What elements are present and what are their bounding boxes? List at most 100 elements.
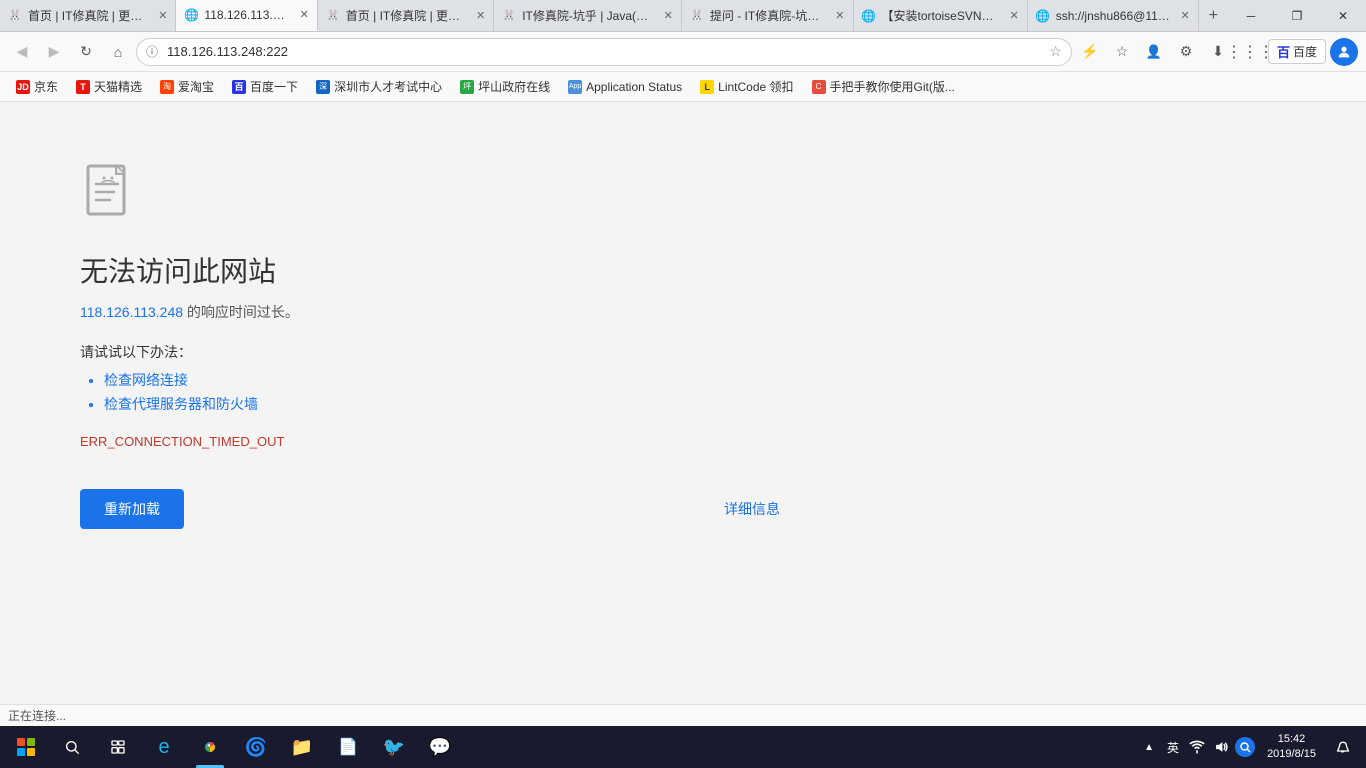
bookmark-aitaobao-label: 爱淘宝 <box>178 78 214 95</box>
tab-5-label: 提问 - IT修真院-坑乎... <box>710 7 825 24</box>
wechat-icon: 💬 <box>429 737 451 758</box>
tab-1-label: 首页 | IT修真院 | 更快... <box>28 7 148 24</box>
bookmark-git-guide[interactable]: C 手把手教你使用Git(版... <box>804 75 963 98</box>
bookmarks-bar: JD 京东 T 天猫精选 淘 爱淘宝 百 百度一下 深 深圳市人才考试中心 坪 … <box>0 72 1366 102</box>
bookmark-pingshan[interactable]: 坪 坪山政府在线 <box>452 75 558 98</box>
bookmark-lintcode[interactable]: L LintCode 领扣 <box>692 75 801 98</box>
start-button[interactable] <box>4 726 48 768</box>
taskbar-file-explorer[interactable]: 📁 <box>280 726 324 768</box>
bookmark-baidu-label: 百度一下 <box>250 78 298 95</box>
tab-2-favicon: 🌐 <box>184 8 198 22</box>
baidu-label: 百度 <box>1293 43 1317 60</box>
error-ip-link[interactable]: 118.126.113.248 <box>80 304 183 320</box>
address-bar-wrapper: ⓘ ☆ <box>136 38 1072 66</box>
tray-expand-icon[interactable]: ▲ <box>1139 737 1159 757</box>
bookmark-star-icon[interactable]: ☆ <box>1049 43 1062 60</box>
navigation-bar: ◀ ▶ ↻ ⌂ ⓘ ☆ ⚡ ☆ 👤 ⚙ ⬇ ⋮⋮⋮ 百 百度 <box>0 32 1366 72</box>
error-subtitle-text: 的响应时间过长。 <box>187 304 299 320</box>
files-icon: 📄 <box>338 737 358 757</box>
nav-right-controls: ⚡ ☆ 👤 ⚙ ⬇ ⋮⋮⋮ 百 百度 <box>1076 38 1358 66</box>
error-container: 无法访问此网站 118.126.113.248 的响应时间过长。 请试试以下办法… <box>80 162 780 529</box>
tab-6[interactable]: 🌐 【安装tortoiseSVN压... ✕ <box>854 0 1028 31</box>
bookmark-git-guide-icon: C <box>812 80 826 94</box>
task-view-button[interactable] <box>96 726 140 768</box>
back-button[interactable]: ◀ <box>8 38 36 66</box>
bookmark-tianmao-icon: T <box>76 80 90 94</box>
details-link[interactable]: 详细信息 <box>724 499 780 519</box>
tray-lang-icon[interactable]: 英 <box>1163 737 1183 757</box>
folder-icon: 📁 <box>291 737 313 758</box>
bookmark-shenzhen-exam-icon: 深 <box>316 80 330 94</box>
taskbar-ie[interactable]: e <box>142 726 186 768</box>
baidu-search-button[interactable]: 百 百度 <box>1268 39 1326 64</box>
tray-volume-icon[interactable] <box>1211 737 1231 757</box>
close-button[interactable]: ✕ <box>1320 0 1366 32</box>
tab-4-favicon: 🐰 <box>502 9 516 23</box>
taskbar-notification-button[interactable] <box>1328 726 1358 768</box>
tray-network-icon[interactable] <box>1187 737 1207 757</box>
title-bar: 🐰 首页 | IT修真院 | 更快... ✕ 🌐 118.126.113.248… <box>0 0 1366 32</box>
address-bar-input[interactable] <box>136 38 1072 66</box>
status-bar: 正在连接... <box>0 704 1366 726</box>
bookmark-jd-icon: JD <box>16 80 30 94</box>
bookmark-aitaobao[interactable]: 淘 爱淘宝 <box>152 75 222 98</box>
minimize-button[interactable]: ─ <box>1228 0 1274 32</box>
tab-4[interactable]: 🐰 IT修真院-坑乎 | Java(圬... ✕ <box>494 0 682 31</box>
taskbar-clock[interactable]: 15:42 2019/8/15 <box>1259 732 1324 763</box>
taskbar-files[interactable]: 📄 <box>326 726 370 768</box>
bookmark-pingshan-label: 坪山政府在线 <box>478 78 550 95</box>
nav-apps-button[interactable]: ⋮⋮⋮ <box>1236 38 1264 66</box>
bookmark-app-status[interactable]: App Application Status <box>560 77 690 97</box>
home-button[interactable]: ⌂ <box>104 38 132 66</box>
tab-list: 🐰 首页 | IT修真院 | 更快... ✕ 🌐 118.126.113.248… <box>0 0 1228 31</box>
new-tab-button[interactable]: + <box>1199 0 1228 31</box>
bookmark-tianmao[interactable]: T 天猫精选 <box>68 75 150 98</box>
taskbar-chrome[interactable] <box>188 726 232 768</box>
suggestion-1[interactable]: 检查网络连接 <box>104 370 780 390</box>
tab-5-close[interactable]: ✕ <box>835 9 844 22</box>
tab-3[interactable]: 🐰 首页 | IT修真院 | 更快... ✕ <box>318 0 494 31</box>
bookmark-baidu-icon: 百 <box>232 80 246 94</box>
suggestion-2[interactable]: 检查代理服务器和防火墙 <box>104 394 780 414</box>
profile-circle[interactable] <box>1330 38 1358 66</box>
refresh-button[interactable]: ↻ <box>72 38 100 66</box>
error-buttons: 重新加载 详细信息 <box>80 489 780 529</box>
forward-button[interactable]: ▶ <box>40 38 68 66</box>
tab-2[interactable]: 🌐 118.126.113.248 ✕ <box>176 0 317 31</box>
windows-logo <box>17 738 35 756</box>
tab-6-close[interactable]: ✕ <box>1010 9 1019 22</box>
error-suggestions-list: 检查网络连接 检查代理服务器和防火墙 <box>104 370 780 414</box>
taskbar-edge[interactable]: 🌀 <box>234 726 278 768</box>
nav-settings-button[interactable]: ⚙ <box>1172 38 1200 66</box>
bookmark-app-status-label: Application Status <box>586 80 682 94</box>
tab-1-close[interactable]: ✕ <box>158 9 167 22</box>
restore-button[interactable]: ❐ <box>1274 0 1320 32</box>
bookmark-shenzhen-exam[interactable]: 深 深圳市人才考试中心 <box>308 75 450 98</box>
taskbar-search-button[interactable] <box>50 726 94 768</box>
taskbar-wechat[interactable]: 💬 <box>418 726 462 768</box>
taskbar-red-app[interactable]: 🐦 <box>372 726 416 768</box>
ie-icon: e <box>158 736 169 759</box>
error-title: 无法访问此网站 <box>80 250 780 290</box>
chrome-icon <box>199 736 221 758</box>
nav-profile-button[interactable]: 👤 <box>1140 38 1168 66</box>
tab-1-favicon: 🐰 <box>8 9 22 23</box>
tab-1[interactable]: 🐰 首页 | IT修真院 | 更快... ✕ <box>0 0 176 31</box>
tab-2-close[interactable]: ✕ <box>300 8 309 21</box>
tab-4-close[interactable]: ✕ <box>664 9 673 22</box>
tab-5[interactable]: 🐰 提问 - IT修真院-坑乎... ✕ <box>682 0 854 31</box>
tab-2-label: 118.126.113.248 <box>204 8 289 22</box>
bookmark-baidu[interactable]: 百 百度一下 <box>224 75 306 98</box>
tray-search-icon[interactable] <box>1235 737 1255 757</box>
reload-button[interactable]: 重新加载 <box>80 489 184 529</box>
status-text: 正在连接... <box>8 707 66 724</box>
tab-7-close[interactable]: ✕ <box>1181 9 1190 22</box>
tab-3-close[interactable]: ✕ <box>476 9 485 22</box>
nav-search-button[interactable]: ⚡ <box>1076 38 1104 66</box>
red-app-icon: 🐦 <box>383 737 405 758</box>
nav-favorites-button[interactable]: ☆ <box>1108 38 1136 66</box>
error-code: ERR_CONNECTION_TIMED_OUT <box>80 434 780 449</box>
bookmark-jd[interactable]: JD 京东 <box>8 75 66 98</box>
tab-7[interactable]: 🌐 ssh://jnshu866@118... ✕ <box>1028 0 1199 31</box>
lang-label: 英 <box>1167 739 1179 756</box>
